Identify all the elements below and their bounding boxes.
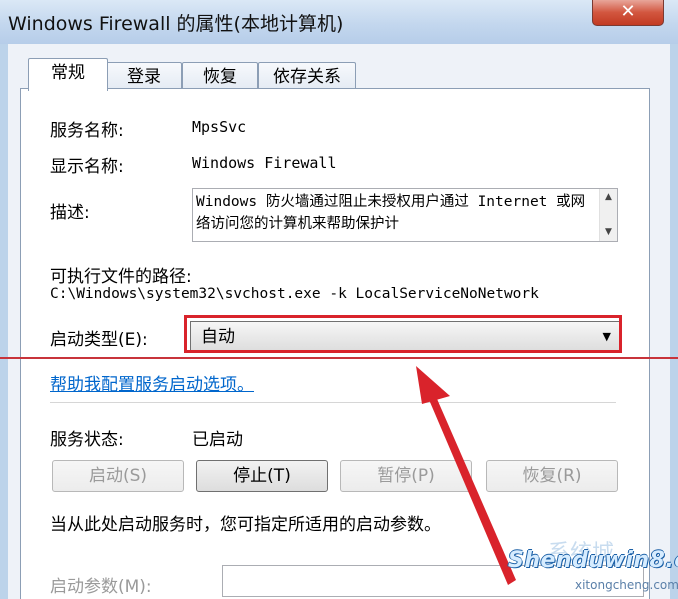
watermark-site: Shenduwin8.com <box>508 548 678 573</box>
tab-general[interactable]: 常规 <box>28 58 108 91</box>
watermark-domain: xitongcheng.com <box>575 578 678 592</box>
service-properties-window: Windows Firewall 的属性(本地计算机) ✕ 常规 登录 恢复 依… <box>0 0 678 599</box>
